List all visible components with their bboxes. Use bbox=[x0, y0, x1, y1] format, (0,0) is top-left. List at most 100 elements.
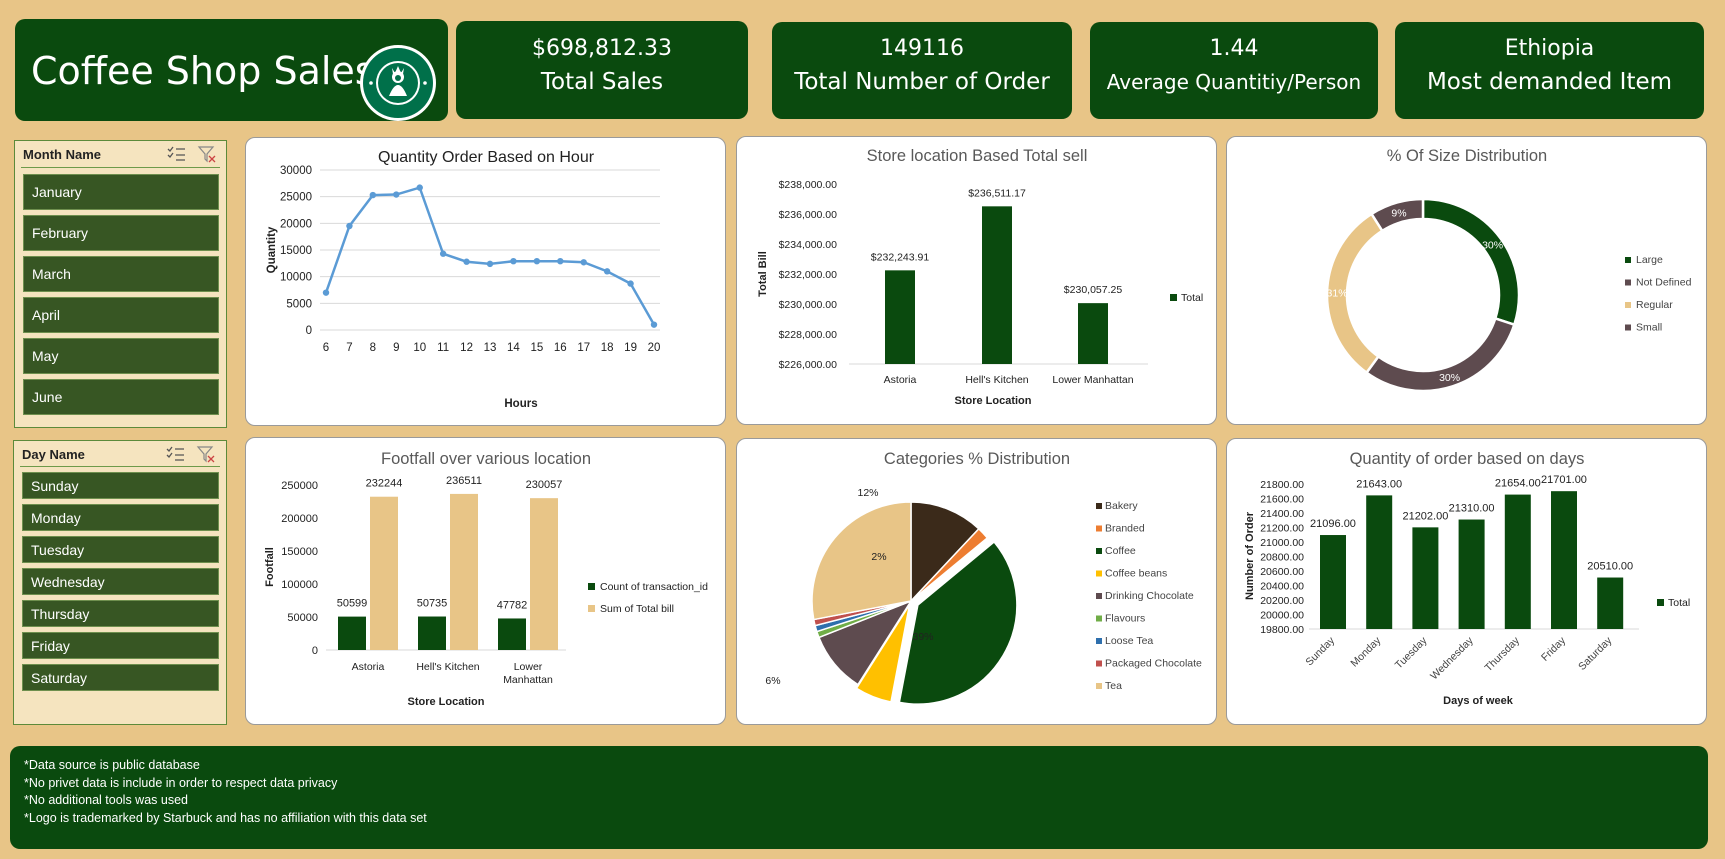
data-label: 21701.00 bbox=[1541, 474, 1587, 486]
legend-swatch bbox=[1096, 525, 1102, 532]
x-tick-label: Hell's Kitchen bbox=[965, 374, 1028, 386]
kpi-average-quantity: 1.44 Average Quantitiy/Person bbox=[1090, 22, 1378, 119]
legend-swatch bbox=[1657, 599, 1664, 606]
y-tick-label: 20000.00 bbox=[1260, 610, 1304, 622]
clear-filter-icon[interactable] bbox=[196, 445, 216, 463]
legend-label: Coffee beans bbox=[1105, 568, 1167, 580]
slicer-item-april[interactable]: April bbox=[23, 297, 219, 333]
x-tick-label: 13 bbox=[484, 342, 497, 354]
y-tick-label: 5000 bbox=[286, 298, 312, 310]
data-label: 31% bbox=[1327, 287, 1348, 299]
data-point bbox=[627, 280, 634, 287]
x-axis-label: Hours bbox=[504, 398, 537, 410]
x-tick-label: 18 bbox=[601, 342, 614, 354]
slicer-item-friday[interactable]: Friday bbox=[22, 632, 219, 659]
data-point bbox=[580, 259, 587, 266]
x-tick-label: 6 bbox=[323, 342, 329, 354]
divider bbox=[20, 466, 220, 467]
data-point bbox=[486, 260, 494, 268]
x-tick-label: Lower bbox=[514, 661, 543, 673]
slicer-title: Month Name bbox=[23, 147, 101, 162]
y-tick-label: $238,000.00 bbox=[779, 179, 838, 191]
data-label: 50599 bbox=[337, 598, 368, 610]
clear-filter-icon[interactable] bbox=[197, 145, 217, 163]
data-label: 9% bbox=[1391, 207, 1406, 219]
y-tick-label: 15000 bbox=[280, 245, 312, 257]
y-axis-label: Quantity bbox=[266, 226, 278, 273]
chart-panel-footfall: Footfall over various location 0 50000 1000… bbox=[245, 437, 726, 725]
multi-select-icon[interactable] bbox=[166, 145, 186, 163]
slicer-item-march[interactable]: March bbox=[23, 256, 219, 292]
slicer-item-tuesday[interactable]: Tuesday bbox=[22, 536, 219, 563]
data-label: 50735 bbox=[417, 598, 448, 610]
data-point bbox=[510, 258, 517, 265]
size-distribution-donut-chart: % Of Size Distribution 30% 30% 31% 9% Large No… bbox=[1325, 147, 1692, 393]
data-point bbox=[346, 222, 353, 230]
x-axis-label: Days of week bbox=[1443, 695, 1514, 707]
x-tick-label: 10 bbox=[413, 342, 426, 354]
legend-label: Branded bbox=[1105, 523, 1145, 535]
y-tick-label: $226,000.00 bbox=[779, 359, 838, 371]
data-point bbox=[369, 191, 377, 199]
x-tick-label: 11 bbox=[437, 342, 449, 354]
bar bbox=[1504, 494, 1531, 629]
y-tick-label: 20800.00 bbox=[1260, 552, 1304, 564]
slicer-item-june[interactable]: June bbox=[23, 379, 219, 415]
data-point bbox=[650, 321, 658, 328]
legend-swatch bbox=[1170, 294, 1177, 301]
slicer-item-saturday[interactable]: Saturday bbox=[22, 664, 219, 691]
legend-label: Regular bbox=[1636, 299, 1673, 311]
y-tick-label: 0 bbox=[312, 645, 318, 657]
chart-title: Quantity Order Based on Hour bbox=[378, 149, 595, 166]
x-tick-label: Lower Manhattan bbox=[1052, 374, 1133, 386]
legend-swatch bbox=[1096, 683, 1102, 689]
chart-title: Quantity of order based on days bbox=[1350, 450, 1585, 468]
slicer-month: Month Name January February March April … bbox=[14, 140, 227, 428]
data-label: 21643.00 bbox=[1356, 478, 1402, 490]
bar bbox=[450, 493, 478, 650]
footer-notes: *Data source is public database *No priv… bbox=[10, 746, 1708, 849]
slicer-item-may[interactable]: May bbox=[23, 338, 219, 374]
bar bbox=[1412, 527, 1439, 629]
legend-label: Coffee bbox=[1105, 545, 1136, 557]
kpi-label: Average Quantitiy/Person bbox=[1106, 70, 1362, 94]
kpi-value: Ethiopia bbox=[1504, 36, 1595, 61]
x-tick-label: Thursday bbox=[1482, 634, 1522, 674]
divider bbox=[21, 167, 220, 168]
slicer-item-thursday[interactable]: Thursday bbox=[22, 600, 219, 627]
days-bar-chart: Quantity of order based on days 19800.00 2… bbox=[1244, 450, 1690, 707]
y-tick-label: 21200.00 bbox=[1260, 523, 1304, 535]
legend-label: Small bbox=[1636, 322, 1662, 334]
slicer-title: Day Name bbox=[22, 447, 85, 462]
data-label: 21654.00 bbox=[1495, 478, 1541, 490]
x-tick-label: Sunday bbox=[1303, 634, 1337, 668]
data-label: 230057 bbox=[526, 479, 563, 491]
bar bbox=[370, 496, 398, 650]
y-tick-label: 150000 bbox=[281, 546, 318, 558]
chart-panel-size-distribution: % Of Size Distribution 30% 30% 31% 9% Large No… bbox=[1226, 136, 1707, 425]
footfall-bar-chart: Footfall over various location 0 50000 1000… bbox=[264, 450, 708, 708]
quantity-line bbox=[324, 186, 656, 326]
y-axis-label: Total Bill bbox=[757, 251, 769, 297]
donut-slice bbox=[1421, 197, 1521, 327]
slicer-item-sunday[interactable]: Sunday bbox=[22, 472, 219, 499]
slicer-item-monday[interactable]: Monday bbox=[22, 504, 219, 531]
multi-select-icon[interactable] bbox=[165, 445, 185, 463]
slicer-item-january[interactable]: January bbox=[23, 174, 219, 210]
legend-label: Tea bbox=[1105, 680, 1122, 692]
slicer-item-february[interactable]: February bbox=[23, 215, 219, 251]
x-tick-label: Monday bbox=[1348, 634, 1383, 669]
data-label: 20510.00 bbox=[1587, 561, 1633, 573]
slicer-item-wednesday[interactable]: Wednesday bbox=[22, 568, 219, 595]
x-tick-label: Saturday bbox=[1576, 634, 1615, 673]
bar bbox=[1366, 495, 1393, 629]
kpi-value: 1.44 bbox=[1209, 36, 1259, 61]
y-tick-label: 21400.00 bbox=[1260, 508, 1304, 520]
data-point bbox=[439, 250, 447, 257]
legend-swatch bbox=[1625, 302, 1631, 308]
store-total-sell-bar-chart: Store location Based Total sell $226,000.… bbox=[757, 147, 1203, 407]
data-label: 39% bbox=[912, 631, 933, 643]
x-tick-label: 17 bbox=[577, 342, 590, 354]
data-point bbox=[393, 191, 400, 198]
kpi-label: Total Number of Order bbox=[794, 69, 1050, 95]
